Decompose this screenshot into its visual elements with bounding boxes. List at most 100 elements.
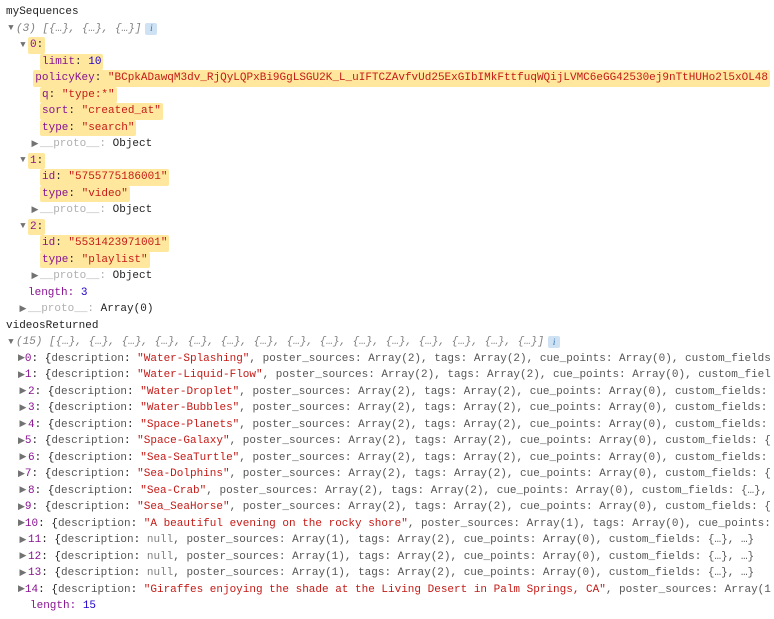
array-item-row[interactable]: 14: {description: "Giraffes enjoying the…: [4, 582, 770, 599]
expand-arrow-icon[interactable]: [18, 534, 28, 548]
array-item-row[interactable]: 3: {description: "Water-Bubbles", poster…: [4, 400, 770, 417]
property-value: 10: [88, 56, 101, 68]
description-value: null: [147, 551, 173, 563]
property-row: sort: "created_at": [4, 103, 770, 120]
array-item-row[interactable]: 12: {description: null, poster_sources: …: [4, 549, 770, 566]
expand-arrow-icon[interactable]: [6, 336, 16, 350]
expand-arrow-icon[interactable]: [30, 204, 40, 218]
proto-key: __proto__: [28, 303, 87, 315]
expand-arrow-icon[interactable]: [18, 39, 28, 53]
description-value: "Water-Droplet": [140, 386, 239, 398]
description-value: "A beautiful evening on the rocky shore": [144, 518, 408, 530]
property-row: q: "type:*": [4, 87, 770, 104]
proto-key: __proto__: [40, 138, 99, 150]
property-key: policyKey: [35, 72, 94, 84]
description-value: "Sea-Crab": [140, 485, 206, 497]
expand-arrow-icon[interactable]: [18, 154, 28, 168]
preview-tail: , poster_sources: Array(2), tags: Array(…: [239, 386, 767, 398]
array-item-row[interactable]: 2: {description: "Water-Droplet", poster…: [4, 384, 770, 401]
description-value: "Sea-Dolphins": [137, 468, 229, 480]
property-row: id: "5755775186001": [4, 169, 770, 186]
array-index: 2: [30, 221, 37, 233]
array-summary-row[interactable]: (15) [{…}, {…}, {…}, {…}, {…}, {…}, {…},…: [4, 334, 770, 351]
preview-tail: , poster_sources: Array(2), tags: Array(…: [230, 501, 771, 513]
proto-key: __proto__: [40, 270, 99, 282]
array-index: 3: [28, 402, 35, 414]
object-index-row[interactable]: 1:: [4, 153, 770, 170]
array-item-row[interactable]: 6: {description: "Sea-SeaTurtle", poster…: [4, 450, 770, 467]
preview-tail: , poster_sources: Array(1), tags: Array(…: [408, 518, 771, 530]
preview-tail: , poster_sources: Array(2), tags: Array(…: [230, 435, 771, 447]
array-item-row[interactable]: 7: {description: "Sea-Dolphins", poster_…: [4, 466, 770, 483]
proto-value: Object: [113, 204, 153, 216]
preview-tail: , poster_sources: Array(2), tags: Array(…: [239, 452, 767, 464]
proto-row[interactable]: __proto__: Object: [4, 268, 770, 285]
description-value: "Space-Galaxy": [137, 435, 229, 447]
object-index-row[interactable]: 0:: [4, 37, 770, 54]
array-item-row[interactable]: 9: {description: "Sea_SeaHorse", poster_…: [4, 499, 770, 516]
expand-arrow-icon[interactable]: [30, 138, 40, 152]
property-row: type: "search": [4, 120, 770, 137]
array-index: 8: [28, 485, 35, 497]
expand-arrow-icon[interactable]: [30, 270, 40, 284]
expand-arrow-icon[interactable]: [18, 352, 25, 366]
preview-tail: , poster_sources: Array(2), tags: Array(…: [230, 468, 771, 480]
expand-arrow-icon[interactable]: [18, 369, 25, 383]
array-item-row[interactable]: 4: {description: "Space-Planets", poster…: [4, 417, 770, 434]
array-length-row: length: 3: [4, 285, 770, 302]
expand-arrow-icon[interactable]: [18, 567, 28, 581]
description-value: null: [147, 567, 173, 579]
array-item-row[interactable]: 13: {description: null, poster_sources: …: [4, 565, 770, 582]
array-index: 11: [28, 534, 41, 546]
property-key: id: [42, 171, 55, 183]
proto-row[interactable]: __proto__: Object: [4, 202, 770, 219]
expand-arrow-icon[interactable]: [18, 501, 25, 515]
property-key: type: [42, 122, 68, 134]
description-value: null: [147, 534, 173, 546]
array-item-row[interactable]: 5: {description: "Space-Galaxy", poster_…: [4, 433, 770, 450]
description-value: "Water-Bubbles": [140, 402, 239, 414]
variable-header-videosreturned: videosReturned: [4, 318, 770, 335]
variable-header-mysequences: mySequences: [4, 4, 770, 21]
proto-row[interactable]: __proto__: Object: [4, 136, 770, 153]
expand-arrow-icon[interactable]: [18, 220, 28, 234]
array-item-row[interactable]: 10: {description: "A beautiful evening o…: [4, 516, 770, 533]
expand-arrow-icon[interactable]: [6, 22, 16, 36]
expand-arrow-icon[interactable]: [18, 484, 28, 498]
property-value: "5531423971001": [68, 237, 167, 249]
array-summary-row[interactable]: (3) [{…}, {…}, {…}] i: [4, 21, 770, 38]
info-icon[interactable]: i: [548, 336, 560, 348]
expand-arrow-icon[interactable]: [18, 550, 28, 564]
expand-arrow-icon[interactable]: [18, 385, 28, 399]
proto-value: Array(0): [101, 303, 154, 315]
property-row: policyKey: "BCpkADawqM3dv_RjQyLQPxBi9GgL…: [4, 70, 770, 87]
expand-arrow-icon[interactable]: [18, 468, 25, 482]
array-index: 0: [30, 39, 37, 51]
proto-row[interactable]: __proto__: Array(0): [4, 301, 770, 318]
property-key: id: [42, 237, 55, 249]
property-row: type: "playlist": [4, 252, 770, 269]
preview-tail: , poster_sources: Array(1), tags: Array(…: [173, 551, 754, 563]
expand-arrow-icon[interactable]: [18, 451, 28, 465]
property-key: type: [42, 188, 68, 200]
property-key: limit: [42, 56, 75, 68]
array-item-row[interactable]: 0: {description: "Water-Splashing", post…: [4, 351, 770, 368]
description-value: "Sea_SeaHorse": [137, 501, 229, 513]
object-index-row[interactable]: 2:: [4, 219, 770, 236]
expand-arrow-icon[interactable]: [18, 435, 25, 449]
array-item-row[interactable]: 8: {description: "Sea-Crab", poster_sour…: [4, 483, 770, 500]
expand-arrow-icon[interactable]: [18, 517, 25, 531]
expand-arrow-icon[interactable]: [18, 583, 25, 597]
array-item-row[interactable]: 1: {description: "Water-Liquid-Flow", po…: [4, 367, 770, 384]
property-key: q: [42, 89, 49, 101]
expand-arrow-icon[interactable]: [18, 402, 28, 416]
expand-arrow-icon[interactable]: [18, 303, 28, 317]
description-value: "Water-Splashing": [137, 353, 249, 365]
property-value: "5755775186001": [68, 171, 167, 183]
array-item-row[interactable]: 11: {description: null, poster_sources: …: [4, 532, 770, 549]
expand-arrow-icon[interactable]: [18, 418, 28, 432]
property-value: "video": [82, 188, 128, 200]
preview-tail: , poster_sources: Array(1), tags: Array(…: [173, 567, 754, 579]
info-icon[interactable]: i: [145, 23, 157, 35]
property-row: limit: 10: [4, 54, 770, 71]
